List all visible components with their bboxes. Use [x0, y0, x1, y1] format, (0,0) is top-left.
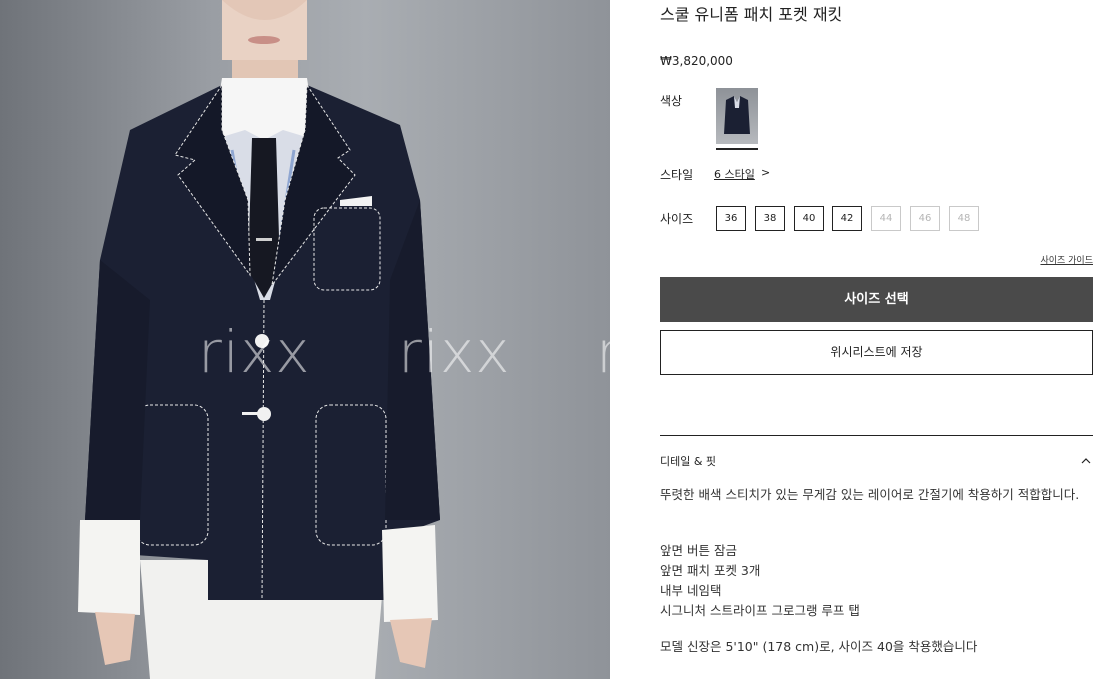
watermark-text: rixx	[398, 318, 511, 386]
swatch-selected-indicator	[716, 148, 758, 150]
size-option-40[interactable]: 40	[794, 206, 824, 231]
style-count-link[interactable]: 6 스타일	[714, 166, 755, 182]
chevron-right-icon[interactable]: >	[761, 166, 770, 179]
swatch-jacket-thumbnail	[724, 96, 750, 134]
size-option-44[interactable]: 44	[871, 206, 901, 231]
size-option-48[interactable]: 48	[949, 206, 979, 231]
color-swatch-navy[interactable]	[716, 88, 758, 144]
model-info: 모델 신장은 5'10" (178 cm)로, 사이즈 40을 착용했습니다	[660, 639, 978, 654]
product-info-panel: 스쿨 유니폼 패치 포켓 재킷 ₩3,820,000 색상 스타일 6 스타일 …	[660, 0, 1093, 679]
feature-item: 앞면 버튼 잠금	[660, 543, 737, 558]
watermark-text: rixx	[198, 318, 311, 386]
product-title: 스쿨 유니폼 패치 포켓 재킷	[660, 5, 843, 24]
size-guide-link[interactable]: 사이즈 가이드	[1040, 253, 1093, 266]
size-option-38[interactable]: 38	[755, 206, 785, 231]
feature-item: 시그니처 스트라이프 그로그랭 루프 탭	[660, 603, 860, 618]
section-divider	[660, 435, 1093, 436]
size-option-42[interactable]: 42	[832, 206, 862, 231]
style-label: 스타일	[660, 168, 694, 182]
size-option-46[interactable]: 46	[910, 206, 940, 231]
wishlist-button[interactable]: 위시리스트에 저장	[660, 330, 1093, 375]
feature-item: 앞면 패치 포켓 3개	[660, 563, 761, 578]
feature-item: 내부 네임택	[660, 583, 722, 598]
watermark-text: rixx	[596, 318, 610, 386]
details-description: 뚜렷한 배색 스티치가 있는 무게감 있는 레이어로 간절기에 착용하기 적합합…	[660, 487, 1080, 502]
color-label: 색상	[660, 94, 683, 108]
size-label: 사이즈	[660, 212, 694, 226]
product-image[interactable]: rixx rixx rixx	[0, 0, 610, 679]
select-size-button[interactable]: 사이즈 선택	[660, 277, 1093, 322]
size-option-36[interactable]: 36	[716, 206, 746, 231]
product-price: ₩3,820,000	[660, 54, 733, 68]
details-accordion-header[interactable]: 디테일 & 핏	[660, 453, 716, 469]
chevron-up-icon[interactable]	[1081, 456, 1091, 466]
